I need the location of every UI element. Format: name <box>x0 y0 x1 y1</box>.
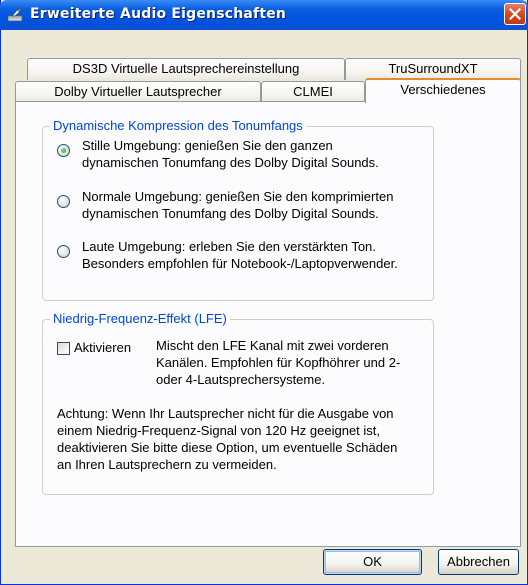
window-title: Erweiterte Audio Eigenschaften <box>30 6 287 22</box>
tab-verschiedenes[interactable]: Verschiedenes <box>365 78 521 103</box>
close-icon <box>509 8 521 20</box>
dialog-window: Erweiterte Audio Eigenschaften DS3D Virt… <box>0 0 528 585</box>
compression-group-title: Dynamische Kompression des Tonumfangs <box>50 118 306 134</box>
radio-loud-label: Laute Umgebung: erleben Sie den verstärk… <box>82 239 398 271</box>
lfe-description: Mischt den LFE Kanal mit zwei vorderen K… <box>156 338 401 387</box>
tab-clmei[interactable]: CLMEI <box>261 81 365 102</box>
radio-normal-environment[interactable] <box>57 195 70 208</box>
radio-quiet-label: Stille Umgebung: genießen Sie den ganzen… <box>82 138 379 170</box>
speaker-settings-icon <box>7 7 25 23</box>
title-bar[interactable]: Erweiterte Audio Eigenschaften <box>0 0 528 30</box>
lfe-warning: Achtung: Wenn Ihr Lautsprecher nicht für… <box>57 406 398 472</box>
tab-trusurround[interactable]: TruSurroundXT <box>345 58 521 80</box>
tab-panel: Dynamische Kompression des Tonumfangs St… <box>15 101 521 547</box>
radio-quiet-environment[interactable] <box>57 144 70 157</box>
radio-loud-environment[interactable] <box>57 245 70 258</box>
tab-ds3d[interactable]: DS3D Virtuelle Lautsprechereinstellung <box>27 58 345 80</box>
lfe-enable-label[interactable]: Aktivieren <box>74 339 131 356</box>
ok-button[interactable]: OK <box>323 549 422 575</box>
lfe-enable-checkbox[interactable] <box>57 342 70 355</box>
lfe-group-title: Niedrig-Frequenz-Effekt (LFE) <box>50 311 230 327</box>
close-button[interactable] <box>504 3 526 25</box>
cancel-button[interactable]: Abbrechen <box>438 549 519 575</box>
radio-normal-label: Normale Umgebung: genießen Sie den kompr… <box>82 189 394 221</box>
tab-dolby-virtual-speaker[interactable]: Dolby Virtueller Lautsprecher <box>15 81 261 102</box>
